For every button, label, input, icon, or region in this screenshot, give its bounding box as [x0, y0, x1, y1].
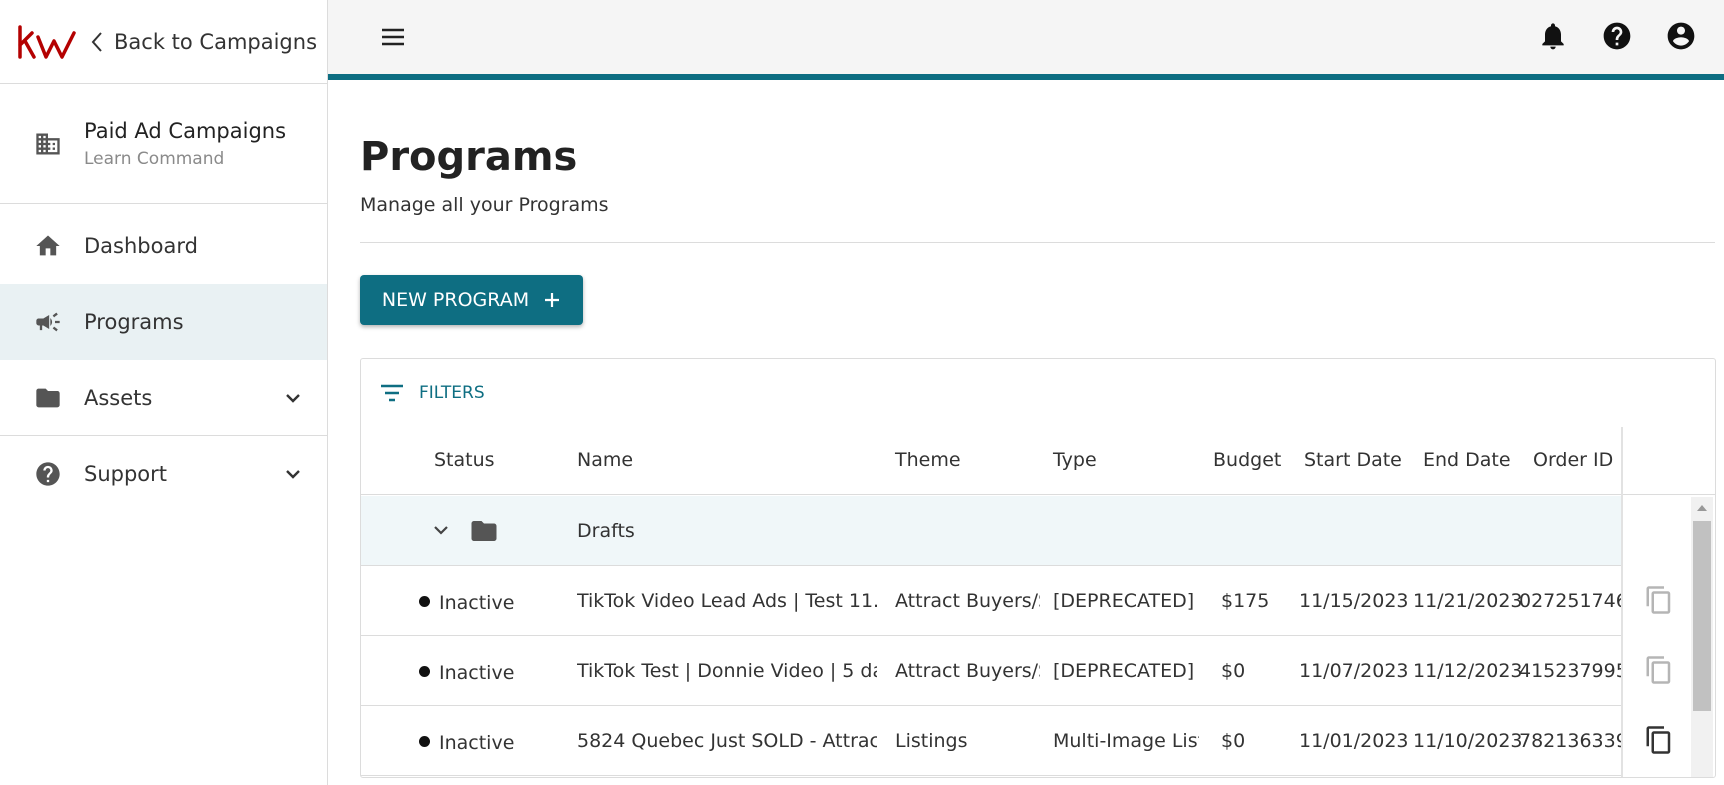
budget-cell: $0 [1221, 660, 1246, 682]
chevron-down-icon[interactable] [283, 388, 303, 408]
status-dot [419, 666, 430, 677]
name-cell[interactable]: 5824 Quebec Just SOLD - Attract S [577, 730, 877, 752]
programs-table-panel: FILTERS Status Name Theme Type Budget St… [360, 358, 1716, 778]
divider [360, 242, 1715, 243]
theme-cell: Listings [895, 730, 968, 752]
order-id-cell: 415237995 [1519, 660, 1621, 682]
sidebar-item-dashboard[interactable]: Dashboard [0, 208, 327, 284]
type-cell: [DEPRECATED] T [1053, 590, 1199, 612]
sidebar: Back to Campaigns Paid Ad Campaigns Lear… [0, 0, 328, 785]
column-header-budget[interactable]: Budget [1213, 449, 1281, 471]
menu-icon[interactable] [378, 22, 408, 52]
table-row[interactable]: Inactive TikTok Video Lead Ads | Test 11… [361, 566, 1621, 636]
page-title: Programs [360, 134, 578, 180]
scrollbar-thumb[interactable] [1693, 521, 1711, 711]
new-program-button[interactable]: NEW PROGRAM [360, 275, 583, 325]
account-section: Paid Ad Campaigns Learn Command [0, 84, 327, 204]
sidebar-item-label: Support [84, 462, 168, 486]
table-scrollbar[interactable] [1691, 497, 1713, 777]
column-header-start-date[interactable]: Start Date [1304, 449, 1402, 471]
sidebar-item-label: Dashboard [84, 234, 198, 258]
back-to-campaigns-link[interactable]: Back to Campaigns [90, 30, 317, 54]
start-date-cell: 11/01/2023 [1299, 730, 1409, 752]
help-circle-icon [34, 460, 62, 488]
plus-icon [545, 293, 560, 307]
page-subtitle: Manage all your Programs [360, 194, 609, 216]
main-content: Programs Manage all your Programs NEW PR… [360, 80, 1716, 778]
start-date-cell: 11/15/2023 [1299, 590, 1409, 612]
copy-icon[interactable] [1644, 655, 1674, 685]
account-title: Paid Ad Campaigns [84, 118, 287, 143]
sidebar-item-programs[interactable]: Programs [0, 284, 327, 360]
column-header-status[interactable]: Status [434, 449, 495, 471]
folder-icon [34, 384, 62, 412]
name-cell[interactable]: TikTok Video Lead Ads | Test 11.15 [577, 590, 877, 612]
status-dot [419, 596, 430, 607]
help-icon[interactable] [1601, 20, 1633, 52]
filters-label: FILTERS [419, 383, 485, 403]
theme-cell: Attract Buyers/Se [895, 660, 1040, 682]
top-bar [328, 0, 1724, 80]
account-subtitle: Learn Command [84, 148, 225, 169]
column-header-end-date[interactable]: End Date [1423, 449, 1511, 471]
end-date-cell: 11/21/2023 [1413, 590, 1523, 612]
table-row[interactable]: Inactive TikTok Test | Donnie Video | 5 … [361, 636, 1621, 706]
sidebar-item-assets[interactable]: Assets [0, 360, 327, 436]
table-header: Status Name Theme Type Budget Start Date… [361, 427, 1715, 495]
end-date-cell: 11/10/2023 [1413, 730, 1523, 752]
new-program-label: NEW PROGRAM [381, 289, 530, 311]
building-icon [36, 133, 60, 154]
app-root: Back to Campaigns Paid Ad Campaigns Lear… [0, 0, 1724, 785]
megaphone-icon [34, 308, 62, 336]
name-cell[interactable]: TikTok Test | Donnie Video | 5 days [577, 660, 877, 682]
type-cell: Multi-Image Listi [1053, 730, 1199, 752]
bell-icon[interactable] [1537, 20, 1569, 52]
back-link-label: Back to Campaigns [114, 29, 318, 54]
column-header-name[interactable]: Name [577, 449, 633, 471]
order-id-cell: 782136339 [1519, 730, 1621, 752]
copy-icon[interactable] [1644, 725, 1674, 755]
home-icon [34, 232, 62, 260]
sidebar-item-support[interactable]: Support [0, 436, 327, 512]
folder-name: Drafts [577, 520, 635, 542]
theme-cell: Attract Buyers/Se [895, 590, 1040, 612]
filters-button[interactable]: FILTERS [361, 359, 1715, 427]
copy-icon[interactable] [1644, 585, 1674, 615]
sidebar-header: Back to Campaigns [0, 0, 327, 84]
budget-cell: $175 [1221, 590, 1270, 612]
start-date-cell: 11/07/2023 [1299, 660, 1409, 682]
column-header-type[interactable]: Type [1053, 449, 1097, 471]
sidebar-item-label: Assets [84, 385, 153, 410]
sticky-column-divider [1621, 427, 1623, 777]
end-date-cell: 11/12/2023 [1413, 660, 1523, 682]
table-row[interactable]: Inactive 5824 Quebec Just SOLD - Attract… [361, 706, 1621, 776]
folder-row-drafts[interactable]: Drafts [361, 496, 1621, 566]
column-header-theme[interactable]: Theme [895, 449, 961, 471]
chevron-left-icon [91, 31, 102, 52]
filter-icon [381, 384, 403, 402]
order-id-cell: 027251746 [1519, 590, 1621, 612]
column-header-order-id[interactable]: Order ID [1533, 449, 1613, 471]
status-dot [419, 736, 430, 747]
status-cell: Inactive [439, 592, 515, 614]
sidebar-item-label: Programs [84, 310, 184, 334]
type-cell: [DEPRECATED] T [1053, 660, 1199, 682]
budget-cell: $0 [1221, 730, 1246, 752]
kw-logo[interactable] [16, 21, 80, 63]
account-icon[interactable] [1665, 20, 1697, 52]
chevron-down-icon[interactable] [283, 464, 303, 484]
chevron-down-icon[interactable] [431, 522, 451, 540]
scroll-up-arrow-icon[interactable] [1697, 503, 1707, 511]
folder-icon [471, 521, 497, 541]
status-cell: Inactive [439, 662, 515, 684]
status-cell: Inactive [439, 732, 515, 754]
